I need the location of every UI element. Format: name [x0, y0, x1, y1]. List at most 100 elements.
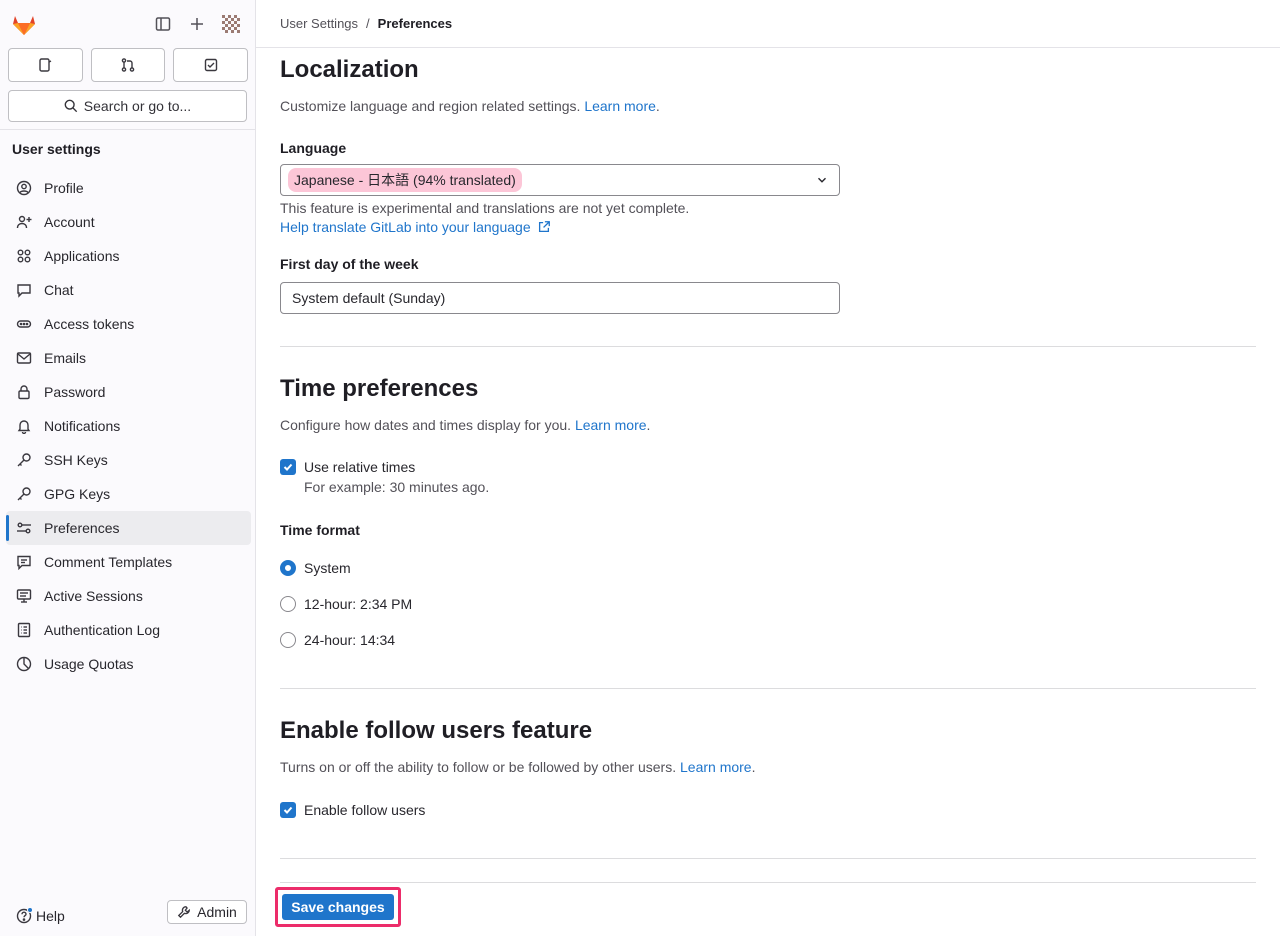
experimental-note: This feature is experimental and transla…: [280, 200, 690, 216]
language-select[interactable]: Japanese - 日本語 (94% translated): [280, 164, 840, 196]
sidebar-item-label: Profile: [44, 180, 84, 196]
time-preferences-title: Time preferences: [280, 375, 479, 402]
sidebar-item-usage-quotas[interactable]: Usage Quotas: [6, 647, 251, 681]
help-translate-link[interactable]: Help translate GitLab into your language: [280, 219, 551, 235]
sidebar-item-preferences[interactable]: Preferences: [6, 511, 251, 545]
sidebar-item-label: Notifications: [44, 418, 121, 434]
section-divider: [280, 688, 1256, 689]
checkmark-icon: [283, 463, 293, 471]
sidebar-item-ssh-keys[interactable]: SSH Keys: [6, 443, 251, 477]
localization-learn-more-link[interactable]: Learn more: [584, 98, 656, 114]
follow-users-title: Enable follow users feature: [280, 717, 593, 744]
relative-times-checkbox[interactable]: [280, 459, 296, 475]
issues-icon: [39, 58, 52, 72]
time-format-radio-system[interactable]: [280, 560, 296, 576]
first-day-label: First day of the week: [280, 256, 419, 272]
admin-button[interactable]: Admin: [167, 900, 247, 924]
localization-desc: Customize language and region related se…: [280, 98, 660, 114]
sidebar-item-gpg-keys[interactable]: GPG Keys: [6, 477, 251, 511]
sidebar-item-label: GPG Keys: [44, 486, 111, 502]
breadcrumb-current[interactable]: Preferences: [378, 16, 452, 31]
sidebar-item-label: Applications: [44, 248, 120, 264]
sidebar-item-account[interactable]: Account: [6, 205, 251, 239]
sidebar-item-label: Access tokens: [44, 316, 135, 332]
sidebar-footer: Help Admin: [0, 896, 256, 936]
sidebar-item-password[interactable]: Password: [6, 375, 251, 409]
merge-requests-button[interactable]: [90, 48, 166, 82]
sidebar-nav: Profile Account Applications Chat Access…: [6, 171, 251, 681]
time-format-radio-24-hour[interactable]: [280, 632, 296, 648]
search-icon: [64, 99, 77, 113]
mail-icon: [16, 352, 32, 364]
plus-icon[interactable]: [185, 12, 209, 36]
sidebar-item-label: Usage Quotas: [44, 656, 134, 672]
breadcrumb-parent[interactable]: User Settings: [280, 16, 358, 31]
sidebar-item-label: Comment Templates: [44, 554, 173, 570]
help-button[interactable]: Help: [16, 902, 65, 930]
merge-request-icon: [121, 58, 135, 72]
enable-follow-users-checkbox[interactable]: [280, 802, 296, 818]
sidebar-item-label: SSH Keys: [44, 452, 108, 468]
sidebar-item-notifications[interactable]: Notifications: [6, 409, 251, 443]
checkmark-icon: [283, 806, 293, 814]
sidebar-item-label: Emails: [44, 350, 87, 366]
help-label: Help: [36, 908, 65, 924]
sidebar-divider: [0, 129, 256, 130]
account-icon: [16, 215, 32, 229]
quick-actions: [8, 48, 249, 82]
help-notification-dot: [27, 907, 33, 913]
time-preferences-desc-text: Configure how dates and times display fo…: [280, 417, 572, 433]
issues-button[interactable]: [8, 48, 83, 82]
search-button[interactable]: Search or go to...: [8, 90, 247, 122]
time-format-radio-12-hour[interactable]: [280, 596, 296, 612]
sidebar-item-label: Chat: [44, 282, 74, 298]
sidebar-item-applications[interactable]: Applications: [6, 239, 251, 273]
todo-icon: [204, 58, 217, 72]
time-preferences-desc: Configure how dates and times display fo…: [280, 417, 651, 433]
sidebar-item-access-tokens[interactable]: Access tokens: [6, 307, 251, 341]
gitlab-logo-icon[interactable]: [10, 10, 38, 38]
sidebar-topbar: [0, 0, 255, 48]
todos-button[interactable]: [173, 48, 249, 82]
enable-follow-users-label[interactable]: Enable follow users: [304, 802, 425, 818]
time-preferences-learn-more-link[interactable]: Learn more: [575, 417, 647, 433]
avatar[interactable]: [219, 12, 243, 36]
relative-times-label[interactable]: Use relative times: [304, 459, 415, 475]
section-divider: [280, 346, 1256, 347]
save-button-highlight: Save changes: [275, 887, 401, 927]
sidebar-item-chat[interactable]: Chat: [6, 273, 251, 307]
time-format-option-system[interactable]: System: [304, 560, 351, 576]
sidebar-item-label: Preferences: [44, 520, 120, 536]
sidebar-item-active-sessions[interactable]: Active Sessions: [6, 579, 251, 613]
lock-icon: [18, 385, 30, 400]
sidebar-item-label: Authentication Log: [44, 622, 160, 638]
log-icon: [17, 622, 31, 638]
breadcrumb: User Settings / Preferences: [256, 0, 1280, 48]
follow-users-learn-more-link[interactable]: Learn more: [680, 759, 752, 775]
sidebar-item-profile[interactable]: Profile: [6, 171, 251, 205]
follow-users-desc-text: Turns on or off the ability to follow or…: [280, 759, 677, 775]
relative-times-example: For example: 30 minutes ago.: [304, 479, 490, 495]
sidebar-item-authentication-log[interactable]: Authentication Log: [6, 613, 251, 647]
chat-icon: [17, 284, 31, 298]
profile-icon: [16, 180, 32, 196]
sidebar-item-emails[interactable]: Emails: [6, 341, 251, 375]
time-format-option-24-hour[interactable]: 24-hour: 14:34: [304, 632, 395, 648]
sidebar-item-comment-templates[interactable]: Comment Templates: [6, 545, 251, 579]
sidebar-toggle-icon[interactable]: [151, 12, 175, 36]
time-format-option-12-hour[interactable]: 12-hour: 2:34 PM: [304, 596, 412, 612]
follow-users-desc: Turns on or off the ability to follow or…: [280, 759, 756, 775]
token-icon: [16, 320, 32, 328]
comment-icon: [17, 555, 31, 570]
monitor-icon: [16, 589, 32, 603]
first-day-value: System default (Sunday): [292, 290, 446, 306]
save-changes-button[interactable]: Save changes: [282, 894, 394, 920]
sidebar-item-label: Active Sessions: [44, 588, 143, 604]
bell-icon: [17, 420, 31, 434]
localization-title: Localization: [280, 56, 419, 83]
language-value: Japanese - 日本語 (94% translated): [288, 168, 522, 192]
time-format-label: Time format: [280, 522, 360, 538]
preferences-icon: [17, 522, 31, 534]
localization-desc-text: Customize language and region related se…: [280, 98, 581, 114]
first-day-select[interactable]: System default (Sunday): [280, 282, 840, 314]
